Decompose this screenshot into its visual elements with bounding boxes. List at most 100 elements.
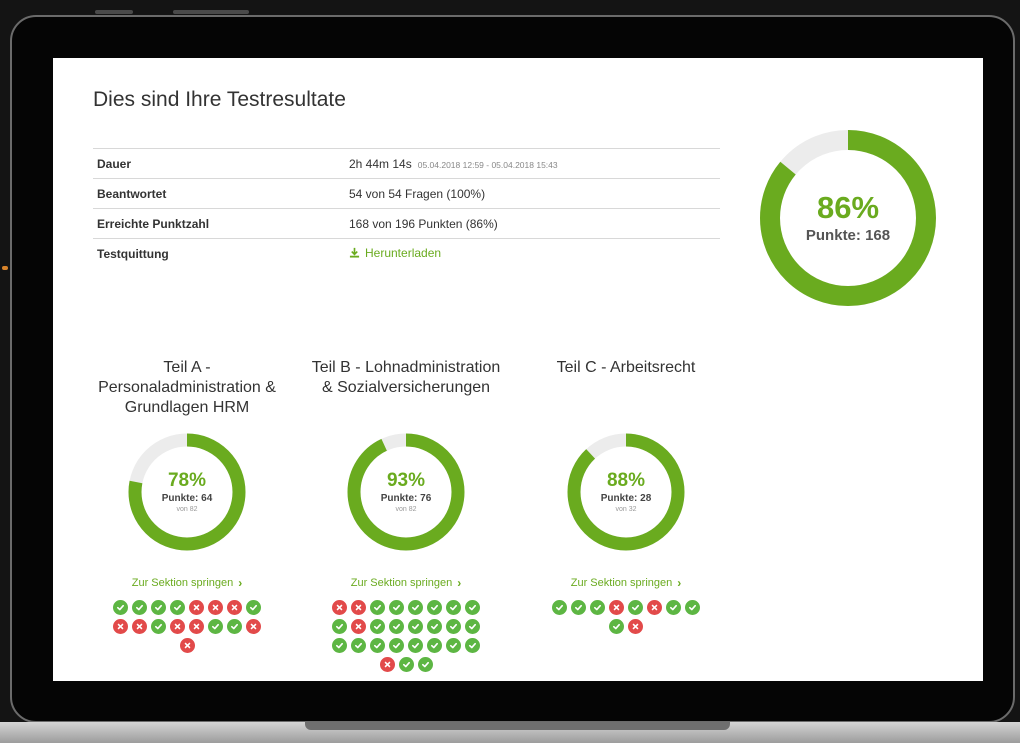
correct-answer-badge[interactable] [208,619,223,634]
cross-icon [250,623,257,630]
check-icon [449,604,458,611]
wrong-answer-badge[interactable] [351,600,366,615]
correct-answer-badge[interactable] [609,619,624,634]
cross-icon [231,604,238,611]
correct-answer-badge[interactable] [332,638,347,653]
correct-answer-badge[interactable] [389,638,404,653]
question-results [326,598,486,674]
score-value: 168 von 196 Punkten (86%) [345,208,720,239]
check-icon [335,642,344,649]
wrong-answer-badge[interactable] [189,600,204,615]
correct-answer-badge[interactable] [408,619,423,634]
correct-answer-badge[interactable] [132,600,147,615]
laptop-notch [305,722,730,730]
section-b-donut-text: 93% Punkte: 76 von 82 [347,433,465,551]
correct-answer-badge[interactable] [113,600,128,615]
wrong-answer-badge[interactable] [351,619,366,634]
correct-answer-badge[interactable] [571,600,586,615]
overall-donut: 86% Punkte: 168 [760,130,936,306]
correct-answer-badge[interactable] [370,638,385,653]
correct-answer-badge[interactable] [151,619,166,634]
correct-answer-badge[interactable] [370,600,385,615]
jump-to-section-link[interactable]: Zur Sektion springen › [87,576,287,590]
wrong-answer-badge[interactable] [132,619,147,634]
check-icon [392,604,401,611]
wrong-answer-badge[interactable] [332,600,347,615]
correct-answer-badge[interactable] [408,638,423,653]
wrong-answer-badge[interactable] [113,619,128,634]
check-icon [154,623,163,630]
correct-answer-badge[interactable] [427,600,442,615]
correct-answer-badge[interactable] [446,619,461,634]
correct-answer-badge[interactable] [408,600,423,615]
correct-answer-badge[interactable] [685,600,700,615]
check-icon [468,642,477,649]
question-results [546,598,706,636]
correct-answer-badge[interactable] [227,619,242,634]
answered-label: Beantwortet [93,178,345,209]
check-icon [373,642,382,649]
correct-answer-badge[interactable] [465,600,480,615]
wrong-answer-badge[interactable] [170,619,185,634]
wrong-answer-badge[interactable] [628,619,643,634]
cross-icon [336,604,343,611]
correct-answer-badge[interactable] [417,657,433,672]
correct-answer-badge[interactable] [446,638,461,653]
correct-answer-badge[interactable] [465,619,480,634]
correct-answer-badge[interactable] [398,657,414,672]
check-icon [468,604,477,611]
check-icon [230,623,239,630]
wrong-answer-badge[interactable] [227,600,242,615]
receipt-cell: Herunterladen [345,238,720,268]
correct-answer-badge[interactable] [246,600,261,615]
correct-answer-badge[interactable] [151,600,166,615]
correct-answer-badge[interactable] [552,600,567,615]
wrong-answer-badge[interactable] [246,619,261,634]
section-percent: 88% [606,470,646,491]
wrong-answer-badge[interactable] [208,600,223,615]
correct-answer-badge[interactable] [590,600,605,615]
duration-value: 2h 44m 14s [349,156,412,171]
check-icon [468,623,477,630]
correct-answer-badge[interactable] [332,619,347,634]
wrong-answer-badge[interactable] [609,600,624,615]
correct-answer-badge[interactable] [351,638,366,653]
check-icon [411,642,420,649]
wrong-answer-badge[interactable] [379,657,395,672]
correct-answer-badge[interactable] [666,600,681,615]
section-title: Teil A - Personaladministration & Grundl… [98,359,276,416]
correct-answer-badge[interactable] [446,600,461,615]
correct-answer-badge[interactable] [427,619,442,634]
correct-answer-badge[interactable] [427,638,442,653]
cross-icon [212,604,219,611]
section-b: Teil B - Lohnadministration & Sozialvers… [306,358,506,681]
check-icon [421,661,429,668]
correct-answer-badge[interactable] [170,600,185,615]
jump-to-section-link[interactable]: Zur Sektion springen › [526,576,726,590]
section-percent: 78% [167,470,207,491]
check-icon [249,604,258,611]
check-icon [555,604,564,611]
cross-icon [355,623,362,630]
section-b-donut: 93% Punkte: 76 von 82 [347,433,465,551]
wrong-answer-badge[interactable] [647,600,662,615]
chevron-right-icon: › [677,576,682,590]
correct-answer-badge[interactable] [389,619,404,634]
cross-icon [632,623,639,630]
receipt-label: Testquittung [93,238,345,268]
wrong-answer-badge[interactable] [179,638,195,653]
jump-to-section-link[interactable]: Zur Sektion springen › [306,576,506,590]
check-icon [593,604,602,611]
section-points: Punkte: 64 [161,493,213,504]
correct-answer-badge[interactable] [389,600,404,615]
check-icon [669,604,678,611]
correct-answer-badge[interactable] [370,619,385,634]
section-points: Punkte: 76 [380,493,432,504]
check-icon [688,604,697,611]
correct-answer-badge[interactable] [628,600,643,615]
wrong-answer-badge[interactable] [189,619,204,634]
check-icon [173,604,182,611]
correct-answer-badge[interactable] [465,638,480,653]
download-link[interactable]: Herunterladen [349,246,441,260]
check-icon [135,604,144,611]
